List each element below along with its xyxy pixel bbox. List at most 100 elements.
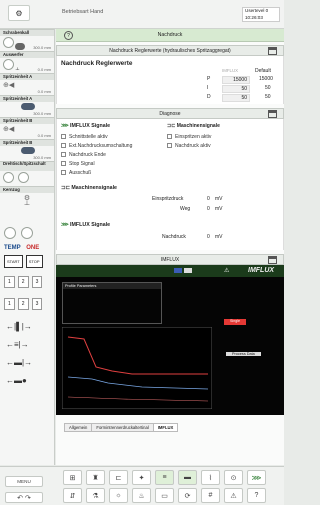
carriage-icon[interactable]: ←▬|→ [6, 354, 48, 372]
row-value[interactable]: 50 [222, 85, 250, 93]
machine-logo-icon[interactable]: ⚙ [8, 5, 30, 21]
imflux-logo-icon: ⋙ [61, 123, 69, 129]
undo-redo-button[interactable]: ↶ ↷ [5, 492, 43, 503]
page-selector: 1 2 3 [0, 270, 54, 294]
info-icon[interactable] [21, 227, 34, 239]
diagnose-title: Diagnose [159, 110, 181, 117]
signal-checkbox[interactable] [61, 143, 66, 149]
page-button[interactable]: 1 [4, 276, 15, 288]
machine-icon: ⊐⊏ [61, 185, 70, 191]
mode-select[interactable]: Single [224, 319, 246, 325]
row-value[interactable]: 50 [222, 94, 250, 102]
section-header: Kernzug [0, 186, 54, 193]
analog-value: 0 [207, 206, 210, 212]
signal-checkbox[interactable] [61, 152, 66, 158]
signal-label: Einspritzen aktiv [175, 134, 212, 140]
page-button[interactable]: 2 [17, 276, 29, 288]
temperature-icon[interactable]: ≡ [155, 470, 174, 485]
window-toggle-icon[interactable] [268, 256, 277, 264]
imflux-logo-icon: ⋙ [61, 222, 69, 228]
tab-allgemein[interactable]: Allgemein [64, 423, 93, 432]
screw-move-icon[interactable]: ←▬● [6, 372, 48, 390]
alarm-icon[interactable]: ⚠ [224, 488, 243, 503]
flag-icon[interactable] [174, 268, 182, 273]
signal-item: Stop Signal [61, 161, 132, 170]
analog-unit: mV [215, 196, 223, 202]
row-value[interactable]: 15000 [222, 76, 250, 84]
section-header: Auswerfer [0, 51, 54, 58]
section-header: Spritzeinheit B [0, 139, 54, 146]
signal-label: Ausschuß [69, 170, 92, 176]
window-toggle-icon[interactable] [268, 47, 277, 55]
control-area [0, 225, 54, 243]
signal-item: Ext.Nachdrucksumschaltung [61, 143, 132, 152]
injection-nav-icon[interactable]: ✦ [132, 470, 151, 485]
imflux-signale-label: IMFLUX Signale [70, 123, 111, 129]
window-toggle-icon[interactable] [268, 110, 277, 118]
settings-nav-icon[interactable]: ⊙ [224, 470, 243, 485]
signal-checkbox[interactable] [167, 143, 172, 149]
ejector-nav-icon[interactable]: ⊏ [109, 470, 128, 485]
io-icon[interactable]: ⇵ [63, 488, 82, 503]
analog-unit: mV [215, 206, 223, 212]
signal-label: Schnittstelle aktiv [69, 134, 108, 140]
page-button[interactable]: 3 [31, 276, 43, 288]
robot-icon[interactable]: ♜ [86, 470, 105, 485]
row-default: 50 [265, 85, 271, 91]
status-row [0, 171, 54, 186]
heating-icon[interactable]: ♨ [132, 488, 151, 503]
nozzle-icon[interactable]: ←≡|→ [6, 336, 48, 354]
core-pull-icon: ⚙ [23, 195, 31, 202]
col-default: Default [255, 68, 271, 74]
flag-icon[interactable] [184, 268, 192, 273]
cycle-icon[interactable]: ⟳ [178, 488, 197, 503]
start-stop: START STOP [0, 253, 54, 270]
analog-unit: mV [215, 234, 223, 240]
help-icon[interactable]: ? [64, 31, 73, 40]
tab-formintrenner[interactable]: Formintrennerdruckaltertinal [91, 423, 154, 432]
signal-checkbox[interactable] [61, 161, 66, 167]
start-button[interactable]: START [4, 255, 23, 268]
mold-icon[interactable]: ⊞ [63, 470, 82, 485]
signal-checkbox[interactable] [61, 134, 66, 140]
warning-icon[interactable]: ⚠ [224, 267, 229, 274]
signal-label: Nachdruck Ende [69, 152, 106, 158]
cooling-icon[interactable]: ☼ [109, 488, 128, 503]
stop-button[interactable]: STOP [25, 255, 43, 268]
temp-label[interactable]: TEMP [4, 245, 21, 251]
nozzle-nav-icon[interactable]: ▬ [178, 470, 197, 485]
regler-subtitle-bar: Nachdruck Reglerwerte (hydraulisches Spr… [56, 45, 284, 56]
menu-button[interactable]: MENU [5, 476, 43, 487]
status-row: ⚙ ┴ [0, 193, 54, 225]
top-bar: ⚙ Betriebsart Hand Usertevel 0 10:26:03 [0, 0, 284, 29]
row-label: D [207, 94, 211, 100]
on-label[interactable]: ONE [26, 245, 39, 251]
signal-checkbox[interactable] [61, 170, 66, 176]
signal-label: Stop Signal [69, 161, 95, 167]
quality-icon[interactable]: ⚗ [86, 488, 105, 503]
user-box[interactable]: Usertevel 0 10:26:03 [242, 7, 280, 22]
nachdruck-button[interactable]: Nachdruck [158, 32, 183, 38]
chart-nav-icon[interactable]: ⌇ [201, 470, 220, 485]
rotate-icon[interactable] [3, 172, 14, 183]
core-pull-icon: ┴ [24, 202, 30, 209]
bottom-bar: MENU ↶ ↷ ⊞ ♜ ⊏ ✦ ≡ ▬ ⌇ ⊙ ⋙ ⇵ ⚗ ☼ ♨ ▭ ⟳ #… [0, 466, 284, 505]
machine-icon: ⊐⊏ [167, 123, 176, 129]
barrel-icon[interactable]: ▭ [155, 488, 174, 503]
regler-title: Nachdruck Reglerwerte [61, 60, 133, 67]
page-button[interactable]: 1 [4, 298, 15, 310]
rotate-icon[interactable] [18, 172, 30, 183]
refresh-icon[interactable] [4, 227, 16, 239]
counter-icon[interactable]: # [201, 488, 220, 503]
tab-imflux[interactable]: IMFLUX [152, 423, 179, 432]
regler-row: P 15000 15000 [207, 76, 282, 84]
status-row: ⊕◀ 0.0 mm [0, 80, 54, 95]
analog-label: Einspritzdruck [152, 196, 184, 202]
help-nav-icon[interactable]: ? [247, 488, 266, 503]
imflux-nav-icon[interactable]: ⋙ [247, 470, 266, 485]
mold-close-icon[interactable]: ←|▌|→ [6, 318, 48, 336]
col-active: IMFLUX [222, 68, 239, 73]
page-button[interactable]: 3 [31, 298, 43, 310]
page-button[interactable]: 2 [17, 298, 29, 310]
signal-checkbox[interactable] [167, 134, 172, 140]
